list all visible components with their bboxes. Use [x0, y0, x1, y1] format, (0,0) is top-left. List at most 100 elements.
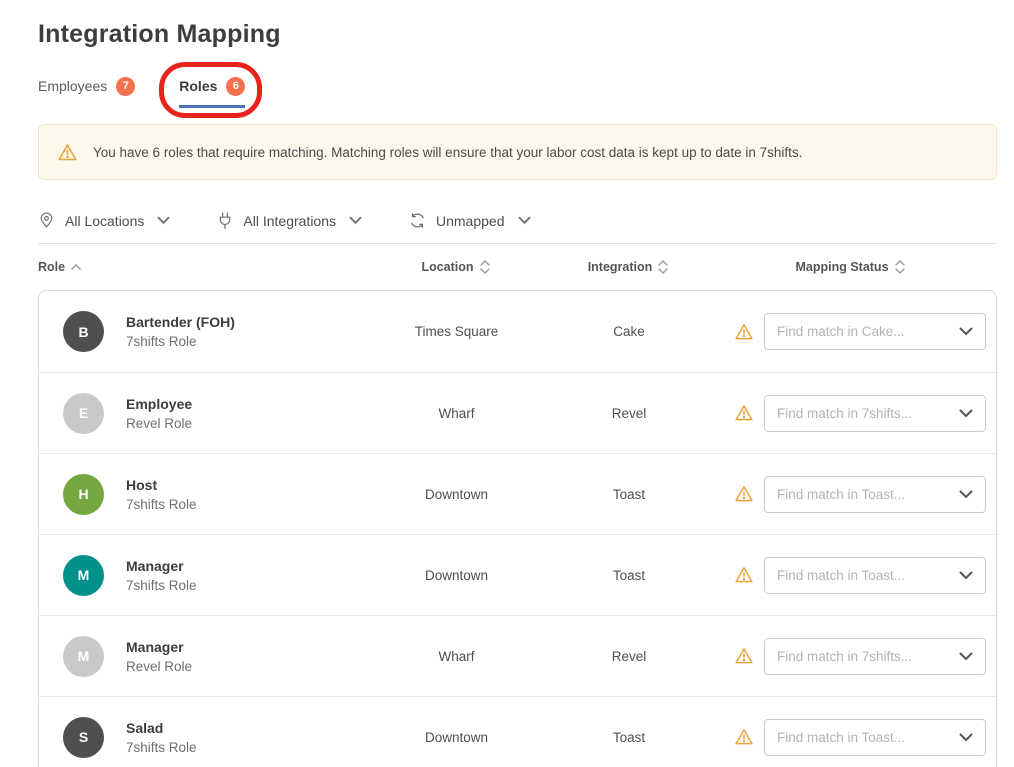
avatar: H	[63, 474, 104, 515]
integration-cell: Revel	[534, 649, 724, 664]
role-source: Revel Role	[126, 659, 192, 674]
role-cell: E Employee Revel Role	[39, 393, 379, 434]
integration-mapping-page: Integration Mapping Employees 7 Roles 6 …	[0, 0, 1014, 767]
page-title: Integration Mapping	[38, 20, 997, 49]
table-header: Role Location Integration Mapping Status	[38, 244, 997, 290]
integration-cell: Revel	[534, 406, 724, 421]
table-row: E Employee Revel Role Wharf Revel Find m…	[39, 372, 996, 453]
row-warning-icon	[724, 403, 764, 423]
sync-icon	[409, 212, 426, 229]
column-header-location[interactable]: Location	[378, 260, 533, 274]
chevron-down-icon	[959, 571, 973, 580]
chevron-down-icon	[959, 733, 973, 742]
tab-roles[interactable]: Roles 6	[179, 77, 245, 108]
tab-employees-label: Employees	[38, 78, 107, 94]
filter-unmapped[interactable]: Unmapped	[409, 212, 531, 229]
integration-cell: Toast	[534, 487, 724, 502]
role-source: Revel Role	[126, 416, 192, 431]
sort-both-icon	[480, 260, 490, 274]
table-row: B Bartender (FOH) 7shifts Role Times Squ…	[39, 291, 996, 372]
role-name: Manager	[126, 558, 197, 574]
integration-cell: Toast	[534, 730, 724, 745]
tab-employees-count-badge: 7	[116, 77, 135, 96]
row-warning-icon	[724, 565, 764, 585]
avatar: B	[63, 311, 104, 352]
row-warning-icon	[724, 322, 764, 342]
avatar: M	[63, 636, 104, 677]
role-name: Host	[126, 477, 197, 493]
role-source: 7shifts Role	[126, 740, 197, 755]
column-header-role[interactable]: Role	[38, 260, 378, 274]
avatar: E	[63, 393, 104, 434]
mapping-match-placeholder: Find match in Cake...	[777, 324, 905, 339]
chevron-down-icon	[959, 652, 973, 661]
table-body: B Bartender (FOH) 7shifts Role Times Squ…	[38, 290, 997, 767]
column-header-mapping-status[interactable]: Mapping Status	[763, 260, 997, 274]
mapping-match-placeholder: Find match in 7shifts...	[777, 649, 912, 664]
chevron-down-icon	[959, 409, 973, 418]
role-source: 7shifts Role	[126, 334, 235, 349]
row-warning-icon	[724, 484, 764, 504]
mapping-match-select[interactable]: Find match in Toast...	[764, 557, 986, 594]
integration-cell: Cake	[534, 324, 724, 339]
sort-asc-icon	[71, 264, 81, 270]
chevron-down-icon	[518, 216, 531, 225]
mapping-match-placeholder: Find match in Toast...	[777, 568, 905, 583]
mapping-match-select[interactable]: Find match in 7shifts...	[764, 638, 986, 675]
role-name: Salad	[126, 720, 197, 736]
location-cell: Wharf	[379, 649, 534, 664]
mapping-match-select[interactable]: Find match in Cake...	[764, 313, 986, 350]
tab-roles-count-badge: 6	[226, 77, 245, 96]
warning-icon	[57, 142, 78, 163]
mapping-match-select[interactable]: Find match in Toast...	[764, 719, 986, 756]
mapping-match-placeholder: Find match in Toast...	[777, 487, 905, 502]
role-cell: M Manager Revel Role	[39, 636, 379, 677]
tab-employees[interactable]: Employees 7	[38, 77, 135, 108]
warning-banner: You have 6 roles that require matching. …	[38, 124, 997, 180]
role-name: Bartender (FOH)	[126, 314, 235, 330]
location-pin-icon	[38, 211, 55, 230]
filter-all-locations-label: All Locations	[65, 213, 144, 229]
table-row: M Manager Revel Role Wharf Revel Find ma…	[39, 615, 996, 696]
row-warning-icon	[724, 646, 764, 666]
role-source: 7shifts Role	[126, 497, 197, 512]
mapping-match-placeholder: Find match in 7shifts...	[777, 406, 912, 421]
tab-bar: Employees 7 Roles 6	[38, 75, 997, 109]
filter-all-integrations-label: All Integrations	[243, 213, 336, 229]
chevron-down-icon	[959, 327, 973, 336]
column-header-integration[interactable]: Integration	[533, 260, 723, 274]
avatar: S	[63, 717, 104, 758]
filter-bar: All Locations All Integrations	[38, 211, 997, 230]
integration-cell: Toast	[534, 568, 724, 583]
role-cell: H Host 7shifts Role	[39, 474, 379, 515]
mapping-match-placeholder: Find match in Toast...	[777, 730, 905, 745]
filter-unmapped-label: Unmapped	[436, 213, 505, 229]
table-row: M Manager 7shifts Role Downtown Toast Fi…	[39, 534, 996, 615]
chevron-down-icon	[959, 490, 973, 499]
table-row: S Salad 7shifts Role Downtown Toast Find…	[39, 696, 996, 767]
avatar: M	[63, 555, 104, 596]
role-name: Employee	[126, 396, 192, 412]
tab-roles-label: Roles	[179, 78, 217, 94]
chevron-down-icon	[157, 216, 170, 225]
sort-both-icon	[895, 260, 905, 274]
location-cell: Times Square	[379, 324, 534, 339]
sort-both-icon	[658, 260, 668, 274]
filter-all-integrations[interactable]: All Integrations	[217, 211, 362, 230]
role-source: 7shifts Role	[126, 578, 197, 593]
role-cell: M Manager 7shifts Role	[39, 555, 379, 596]
table-row: H Host 7shifts Role Downtown Toast Find …	[39, 453, 996, 534]
location-cell: Downtown	[379, 487, 534, 502]
filter-all-locations[interactable]: All Locations	[38, 211, 170, 230]
warning-banner-text: You have 6 roles that require matching. …	[93, 145, 802, 160]
mapping-match-select[interactable]: Find match in Toast...	[764, 476, 986, 513]
mapping-match-select[interactable]: Find match in 7shifts...	[764, 395, 986, 432]
location-cell: Downtown	[379, 730, 534, 745]
location-cell: Downtown	[379, 568, 534, 583]
row-warning-icon	[724, 727, 764, 747]
location-cell: Wharf	[379, 406, 534, 421]
plug-icon	[217, 211, 233, 230]
role-cell: B Bartender (FOH) 7shifts Role	[39, 311, 379, 352]
role-name: Manager	[126, 639, 192, 655]
role-cell: S Salad 7shifts Role	[39, 717, 379, 758]
